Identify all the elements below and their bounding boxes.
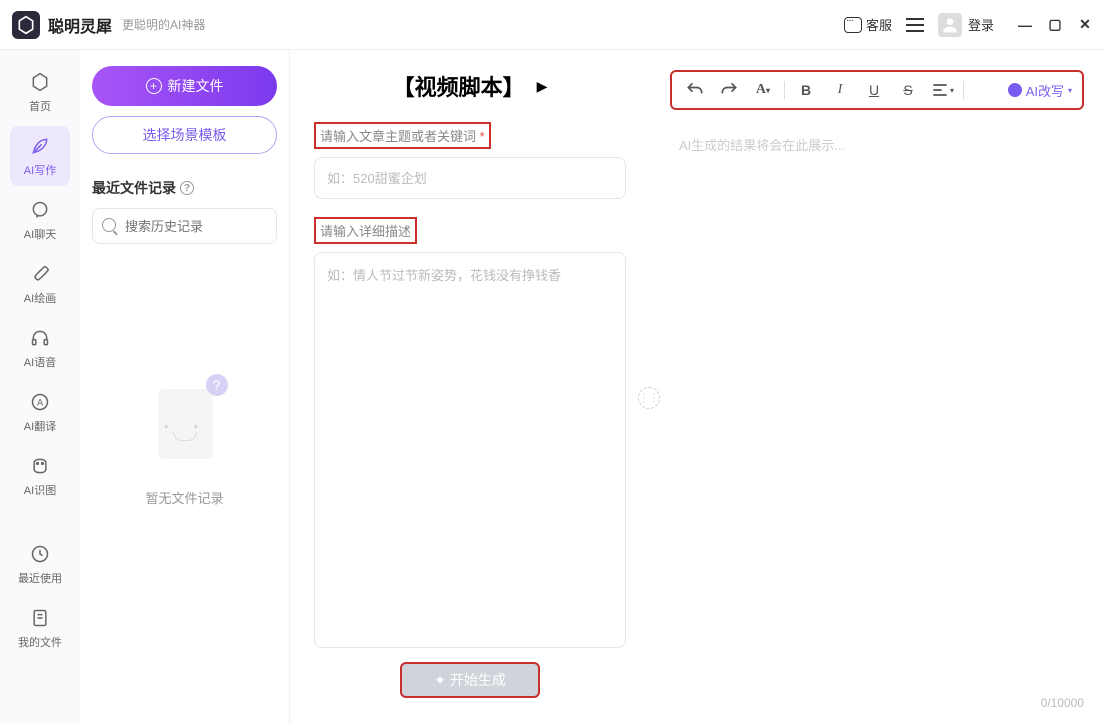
sparkle-icon: ✦ xyxy=(434,672,446,689)
detail-label: 请输入详细描述 xyxy=(314,217,417,244)
sidebar-item-myfiles[interactable]: 我的文件 xyxy=(10,598,70,658)
undo-button[interactable] xyxy=(682,77,708,103)
editor-toolbar: A▾ B I U S ▾ AI改写 ▾ xyxy=(670,70,1084,110)
clock-icon xyxy=(28,542,52,566)
brush-icon xyxy=(28,262,52,286)
bold-button[interactable]: B xyxy=(793,77,819,103)
customer-service-button[interactable]: 客服 xyxy=(844,15,892,34)
strikethrough-button[interactable]: S xyxy=(895,77,921,103)
sidebar-item-home[interactable]: 首页 xyxy=(10,62,70,122)
login-label: 登录 xyxy=(968,15,994,34)
search-icon xyxy=(102,218,116,232)
app-subtitle: 更聪明的AI神器 xyxy=(122,16,205,33)
app-name: 聪明灵犀 xyxy=(48,13,112,37)
char-counter: 0/10000 xyxy=(670,696,1084,710)
close-button[interactable]: ✕ xyxy=(1078,18,1092,32)
help-icon[interactable]: ? xyxy=(180,181,194,195)
login-button[interactable]: 登录 xyxy=(938,13,994,37)
sidebar-item-translate[interactable]: A AI翻译 xyxy=(10,382,70,442)
plus-icon: + xyxy=(146,78,162,94)
topic-label: 请输入文章主题或者关键词 * xyxy=(314,122,491,149)
empty-illustration: ? xyxy=(140,374,230,474)
maximize-button[interactable]: ▢ xyxy=(1048,18,1062,32)
detail-textarea[interactable] xyxy=(314,252,626,648)
generate-button[interactable]: ✦ 开始生成 xyxy=(400,662,540,698)
file-icon xyxy=(28,606,52,630)
output-area[interactable]: AI生成的结果将会在此展示... xyxy=(670,126,1084,692)
feather-icon xyxy=(28,134,52,158)
image-icon xyxy=(28,454,52,478)
sidebar-item-voice[interactable]: AI语音 xyxy=(10,318,70,378)
recent-files-heading: 最近文件记录 ? xyxy=(92,178,277,198)
sidebar: 首页 AI写作 AI聊天 AI绘画 AI语音 A AI翻译 AI识图 xyxy=(0,50,80,724)
ai-icon xyxy=(1008,83,1022,97)
redo-button[interactable] xyxy=(716,77,742,103)
svg-text:A: A xyxy=(37,397,44,407)
underline-button[interactable]: U xyxy=(861,77,887,103)
italic-button[interactable]: I xyxy=(827,77,853,103)
chat-bubble-icon xyxy=(28,198,52,222)
chat-icon xyxy=(844,17,862,33)
file-panel: + 新建文件 选择场景模板 最近文件记录 ? ? 暂无文件记录 xyxy=(80,50,290,724)
sidebar-item-recent[interactable]: 最近使用 xyxy=(10,534,70,594)
avatar-icon xyxy=(938,13,962,37)
headphones-icon xyxy=(28,326,52,350)
sidebar-item-writing[interactable]: AI写作 xyxy=(10,126,70,186)
expand-icon[interactable]: ▶ xyxy=(537,78,548,95)
input-panel: 【视频脚本】 ▶ 请输入文章主题或者关键词 * 请输入详细描述 ✦ 开始生成 ⋮… xyxy=(290,50,650,724)
kefu-label: 客服 xyxy=(866,15,892,34)
empty-state: ? 暂无文件记录 xyxy=(92,374,277,507)
resize-handle[interactable]: ⋮⋮ xyxy=(638,387,660,409)
home-icon xyxy=(28,70,52,94)
align-button[interactable]: ▾ xyxy=(929,77,955,103)
output-panel: A▾ B I U S ▾ AI改写 ▾ AI生成的结果将会在此展示... 0/1… xyxy=(650,50,1104,724)
menu-button[interactable] xyxy=(906,18,924,32)
panel-title: 【视频脚本】 xyxy=(393,70,525,102)
sidebar-item-chat[interactable]: AI聊天 xyxy=(10,190,70,250)
sidebar-item-draw[interactable]: AI绘画 xyxy=(10,254,70,314)
titlebar: 聪明灵犀 更聪明的AI神器 客服 登录 — ▢ ✕ xyxy=(0,0,1104,50)
search-input[interactable] xyxy=(92,208,277,244)
select-template-button[interactable]: 选择场景模板 xyxy=(92,116,277,154)
translate-icon: A xyxy=(28,390,52,414)
minimize-button[interactable]: — xyxy=(1018,18,1032,32)
topic-input[interactable] xyxy=(314,157,626,199)
ai-rewrite-button[interactable]: AI改写 ▾ xyxy=(1008,81,1072,100)
app-logo xyxy=(12,11,40,39)
sidebar-item-image-rec[interactable]: AI识图 xyxy=(10,446,70,506)
text-color-button[interactable]: A▾ xyxy=(750,77,776,103)
new-file-button[interactable]: + 新建文件 xyxy=(92,66,277,106)
